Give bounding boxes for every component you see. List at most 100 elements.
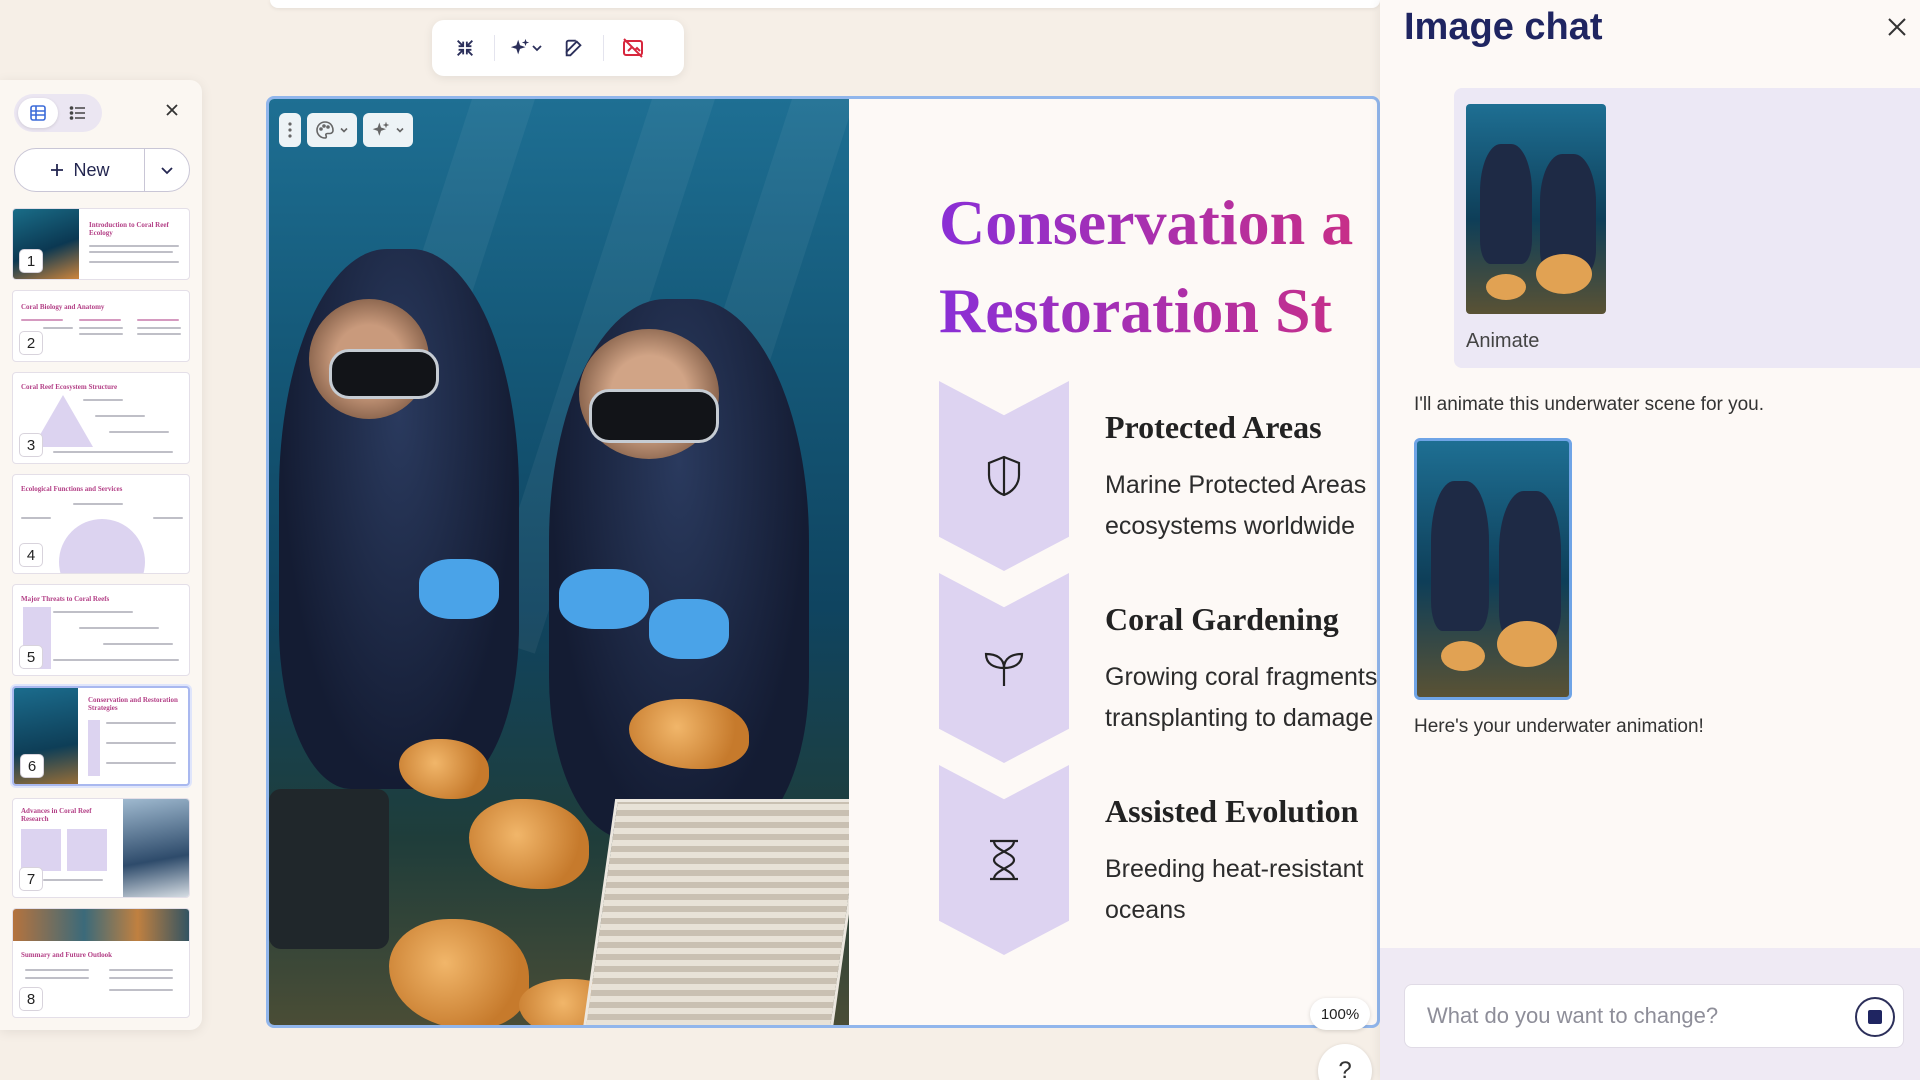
slide-number: 8	[19, 987, 43, 1011]
item-body-line: transplanting to damage	[1105, 704, 1374, 732]
slide-number: 6	[20, 754, 44, 778]
close-chat-button[interactable]	[1886, 16, 1910, 40]
item-body-coral-gardening[interactable]: Growing coral fragments transplanting to…	[1105, 657, 1377, 739]
thumbnail-title: Introduction to Coral Reef Ecology	[89, 221, 169, 237]
palette-icon	[316, 121, 334, 139]
chevron-down-icon	[396, 127, 404, 133]
image-off-icon	[623, 38, 643, 58]
item-body-line: Breeding heat-resistant	[1105, 855, 1364, 883]
list-view-icon	[69, 106, 85, 120]
slide-thumbnail-5[interactable]: Major Threats to Coral Reefs 5	[12, 584, 190, 676]
chat-footer: What do you want to change?	[1380, 948, 1920, 1080]
close-icon	[166, 104, 178, 116]
top-strip	[270, 0, 1380, 8]
toolbar-separator	[603, 35, 604, 61]
new-slide-group: New	[14, 148, 190, 192]
slide-thumbnail-4[interactable]: Ecological Functions and Services 4	[12, 474, 190, 574]
toolbar-separator	[494, 35, 495, 61]
item-body-line: oceans	[1105, 896, 1186, 924]
slide-title-line-2: Restoration St	[939, 275, 1332, 346]
ai-edit-dropdown[interactable]	[363, 113, 413, 147]
slide-number: 3	[19, 433, 43, 457]
item-body-assisted-evolution[interactable]: Breeding heat-resistant oceans	[1105, 849, 1363, 931]
list-view-button[interactable]	[58, 98, 98, 128]
thumbnail-title: Coral Biology and Anatomy	[21, 303, 105, 311]
edit-icon	[565, 39, 582, 57]
grid-view-button[interactable]	[18, 98, 58, 128]
hourglass-icon	[990, 839, 1018, 881]
chevron-down-icon	[161, 167, 173, 175]
new-slide-button[interactable]: New	[15, 149, 145, 191]
slide-thumbnail-3[interactable]: Coral Reef Ecosystem Structure 3	[12, 372, 190, 464]
chat-input-placeholder: What do you want to change?	[1427, 1003, 1719, 1028]
item-title-protected-areas[interactable]: Protected Areas	[1105, 409, 1322, 446]
collapse-icon	[457, 40, 473, 56]
item-body-line: ecosystems worldwide	[1105, 512, 1356, 540]
thumbnail-title: Summary and Future Outlook	[21, 951, 113, 959]
close-icon	[1888, 18, 1906, 36]
slide-thumbnail-8[interactable]: Summary and Future Outlook 8	[12, 908, 190, 1018]
slide-number: 5	[19, 645, 43, 669]
item-body-line: Growing coral fragments	[1105, 663, 1378, 691]
zoom-level[interactable]: 100%	[1310, 998, 1370, 1030]
slide-number: 7	[19, 867, 43, 891]
shield-icon	[987, 455, 1021, 497]
item-body-line: Marine Protected Areas	[1105, 471, 1367, 499]
thumbnail-title: Ecological Functions and Services	[21, 485, 123, 493]
chat-title: Image chat	[1404, 6, 1603, 48]
floating-toolbar	[432, 20, 684, 76]
thumbnail-title: Coral Reef Ecosystem Structure	[21, 383, 118, 391]
slide-title-line-1: Conservation a	[939, 187, 1354, 258]
grid-view-icon	[30, 105, 46, 121]
slide-number: 1	[19, 249, 43, 273]
user-message-text: Animate	[1466, 330, 1540, 352]
thumbnail-title: Advances in Coral Reef Research	[21, 807, 92, 823]
slide-thumbnail-2[interactable]: Coral Biology and Anatomy 2	[12, 290, 190, 362]
sparkle-icon	[510, 38, 530, 55]
more-vertical-icon	[288, 122, 292, 138]
edit-button[interactable]	[551, 28, 597, 68]
equipment-case	[269, 789, 389, 949]
thumbnail-title: Conservation and Restoration Strategies	[88, 696, 178, 712]
style-dropdown[interactable]	[307, 113, 357, 147]
view-toggle	[14, 94, 102, 132]
stop-generation-button[interactable]	[1855, 997, 1895, 1037]
slide-canvas[interactable]: Conservation a Restoration St Protected …	[266, 96, 1380, 1028]
slide-thumbnail-6[interactable]: Conservation and Restoration Strategies …	[12, 686, 190, 786]
slide-number: 2	[19, 331, 43, 355]
hide-image-button[interactable]	[610, 28, 656, 68]
coral-basket	[582, 799, 849, 1025]
item-title-coral-gardening[interactable]: Coral Gardening	[1105, 601, 1339, 638]
slides-sidebar: New Introduction to Coral Reef Ecology 1…	[0, 80, 202, 1030]
item-body-protected-areas[interactable]: Marine Protected Areas ecosystems worldw…	[1105, 465, 1366, 547]
slide-thumbnail-7[interactable]: Advances in Coral Reef Research 7	[12, 798, 190, 898]
slide-number: 4	[19, 543, 43, 567]
slide-image-tools	[279, 113, 413, 147]
item-title-assisted-evolution[interactable]: Assisted Evolution	[1105, 793, 1358, 830]
sprout-icon	[984, 652, 1024, 686]
ai-sparkle-dropdown[interactable]	[501, 28, 551, 68]
chat-input[interactable]: What do you want to change?	[1404, 984, 1904, 1048]
more-options-button[interactable]	[279, 113, 301, 147]
slide-thumbnail-1[interactable]: Introduction to Coral Reef Ecology 1	[12, 208, 190, 280]
help-button[interactable]: ?	[1318, 1044, 1372, 1080]
divers-photo[interactable]	[269, 99, 849, 1025]
thumbnail-title: Major Threats to Coral Reefs	[21, 595, 110, 603]
close-sidebar-button[interactable]	[160, 98, 184, 122]
assisted-evolution-chevron	[939, 765, 1069, 955]
stop-icon	[1868, 1010, 1882, 1024]
slide-title[interactable]: Conservation a Restoration St	[939, 179, 1353, 355]
sparkle-icon	[372, 121, 390, 136]
generated-animation[interactable]	[1414, 438, 1572, 700]
collapse-button[interactable]	[442, 28, 488, 68]
chevron-down-icon	[340, 127, 348, 133]
chevron-down-icon	[532, 45, 542, 52]
plus-icon	[51, 164, 64, 176]
user-attached-image[interactable]	[1466, 104, 1606, 314]
new-slide-options-button[interactable]	[145, 149, 189, 191]
user-message: Animate	[1454, 88, 1920, 368]
new-slide-label: New	[73, 159, 110, 180]
image-chat-panel: Image chat Animate I'll animate this und…	[1380, 0, 1920, 1080]
coral-gardening-chevron	[939, 573, 1069, 763]
protected-areas-chevron	[939, 381, 1069, 571]
